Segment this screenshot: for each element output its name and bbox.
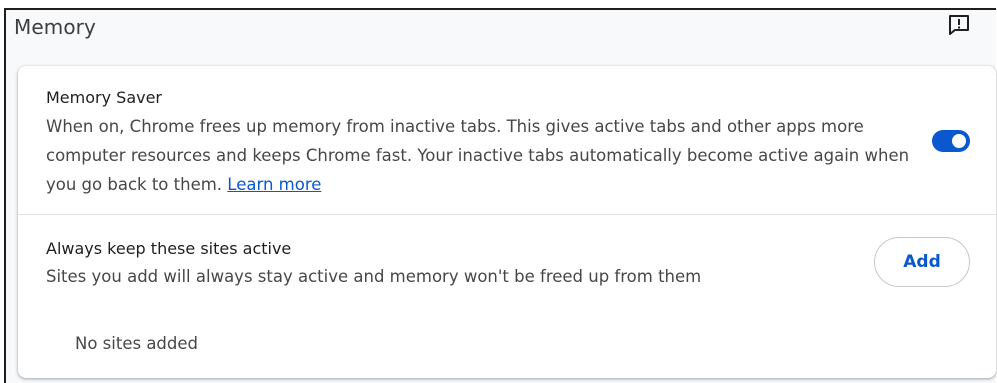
add-site-button[interactable]: Add (874, 237, 970, 287)
memory-saver-title: Memory Saver (46, 88, 163, 107)
active-sites-description: Sites you add will always stay active an… (46, 267, 702, 286)
learn-more-link[interactable]: Learn more (227, 175, 321, 194)
section-divider (18, 214, 996, 215)
active-sites-title: Always keep these sites active (46, 239, 292, 258)
memory-saver-description-text: When on, Chrome frees up memory from ina… (46, 117, 910, 194)
no-sites-message: No sites added (75, 334, 199, 353)
memory-saver-description: When on, Chrome frees up memory from ina… (46, 112, 916, 199)
toggle-knob (952, 134, 966, 148)
page-title: Memory (14, 15, 96, 39)
memory-settings-card: Memory Saver When on, Chrome frees up me… (18, 66, 996, 378)
memory-saver-toggle[interactable] (932, 130, 970, 152)
feedback-icon[interactable] (947, 14, 971, 36)
